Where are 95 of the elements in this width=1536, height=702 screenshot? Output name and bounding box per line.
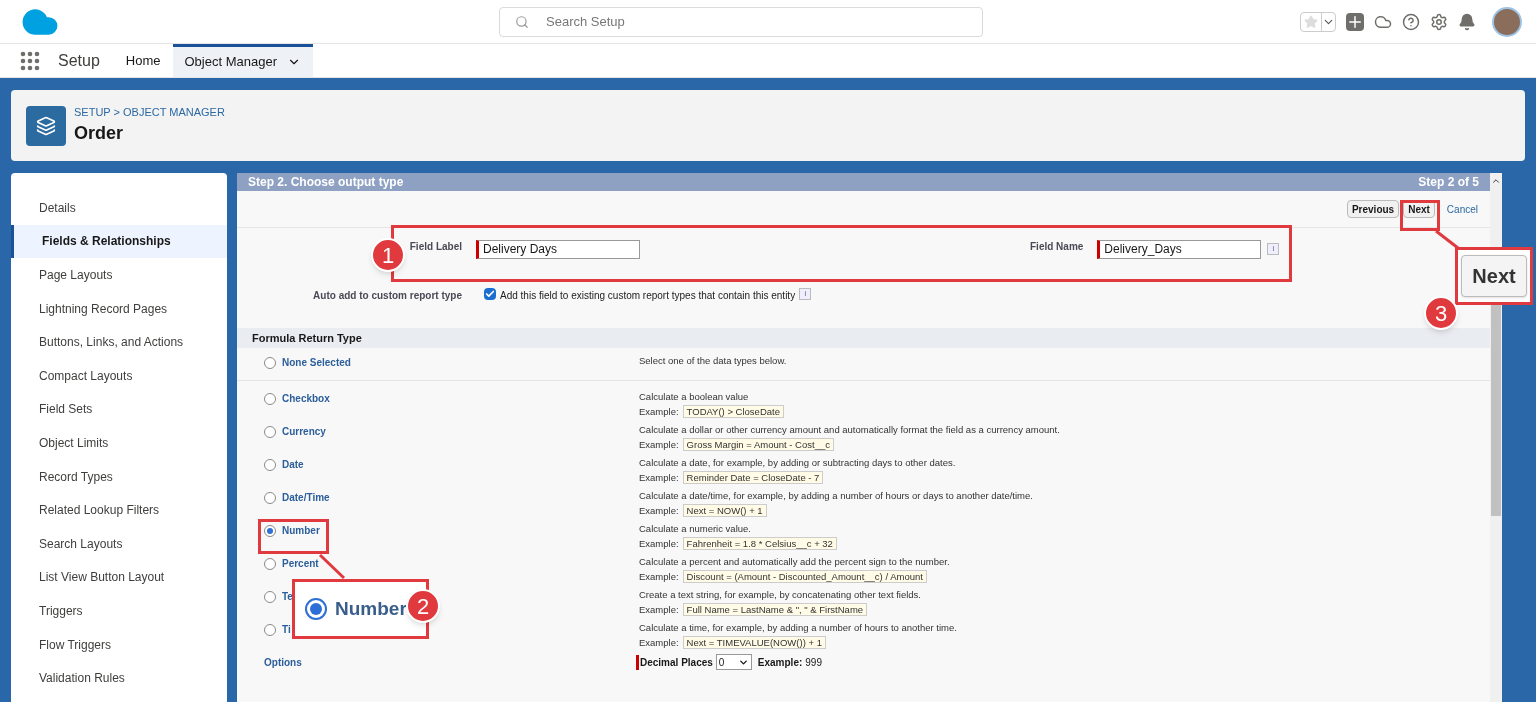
search-field[interactable]: Search Setup xyxy=(499,6,983,37)
example-code: Gross Margin = Amount - Cost__c xyxy=(682,438,834,451)
radio-button[interactable] xyxy=(264,458,276,471)
example-value: 999 xyxy=(805,655,822,670)
type-description: Calculate a percent and automatically add the percent sign to the number. xyxy=(639,556,950,568)
type-description: Create a text string, for example, by concatenating other text fields. xyxy=(639,589,921,601)
sidebar-item[interactable]: Page Layouts xyxy=(11,258,227,292)
sidebar-item[interactable]: Buttons, Links, and Actions xyxy=(11,325,227,359)
avatar[interactable] xyxy=(1492,6,1522,37)
type-description: Calculate a boolean value xyxy=(639,391,750,403)
sidebar-item[interactable]: Search Layouts xyxy=(11,526,227,561)
previous-button[interactable]: Previous xyxy=(1346,200,1400,218)
field-name-label: Field Name xyxy=(1030,240,1084,254)
example-code: Discount = (Amount - Discounted_Amount__c) / Amount xyxy=(682,570,927,583)
type-label[interactable]: Date xyxy=(282,457,304,472)
nav-tab[interactable]: Object Manager xyxy=(172,44,313,77)
example-label: Example: xyxy=(639,570,679,583)
auto-add-text: Add this field to existing custom report types that contain this entity xyxy=(500,289,796,303)
sidebar-item[interactable]: Field Sets xyxy=(11,392,227,427)
sidebar-item[interactable]: Related Lookup Filters xyxy=(11,493,227,527)
checkbox[interactable] xyxy=(484,288,496,300)
cancel-link[interactable]: Cancel xyxy=(1446,201,1478,217)
example-label: Example: xyxy=(639,636,679,649)
sidebar-item[interactable]: Fields & Relationships xyxy=(11,224,227,259)
radio-button[interactable] xyxy=(264,356,276,369)
type-description: Calculate a dollar or other currency amount and automatically format the field as a currency amount. xyxy=(639,424,1060,436)
scroll-up-icon[interactable] xyxy=(1491,176,1501,186)
radio-button[interactable] xyxy=(264,623,276,636)
type-label[interactable]: Date/Time xyxy=(282,490,330,505)
field-label-input[interactable]: Delivery Days xyxy=(476,239,640,259)
highlight-frame xyxy=(258,519,329,554)
dropdown-caret-icon[interactable] xyxy=(1321,12,1335,31)
type-label[interactable]: Number xyxy=(282,523,320,538)
sidebar-item[interactable]: Flow Triggers xyxy=(11,627,227,662)
example-label: Example: xyxy=(639,471,679,484)
search-icon xyxy=(515,14,529,29)
radio-button-icon xyxy=(305,598,327,620)
type-description: Calculate a date/time, for example, by adding a number of hours or days to another date/time. xyxy=(639,490,1033,502)
field-label-label: Field Label xyxy=(408,240,462,254)
section-header: Formula Return Type xyxy=(237,328,1490,348)
step-header: Step 2. Choose output type Step 2 of 5 xyxy=(237,173,1490,191)
example-code: Reminder Date = CloseDate - 7 xyxy=(682,471,824,484)
radio-button[interactable] xyxy=(264,491,276,504)
type-label[interactable]: Checkbox xyxy=(282,391,330,406)
type-label[interactable]: Te xyxy=(282,589,293,604)
example-label: Example: xyxy=(639,405,679,418)
example-label: Example: xyxy=(639,438,679,451)
app-launcher-icon[interactable] xyxy=(20,50,40,71)
breadcrumb[interactable]: SETUP > OBJECT MANAGER xyxy=(74,103,225,121)
example-code: Fahrenheit = 1.8 * Celsius__c + 32 xyxy=(682,537,837,550)
radio-button[interactable] xyxy=(264,590,276,603)
sidebar-item[interactable]: Lightning Record Pages xyxy=(11,291,227,326)
decimal-places-select[interactable]: 0 xyxy=(715,654,752,670)
type-label[interactable]: Percent xyxy=(282,556,319,571)
object-icon xyxy=(26,105,66,146)
type-description: Calculate a date, for example, by adding or subtracting days to other dates. xyxy=(639,457,956,469)
sidebar-item[interactable]: Triggers xyxy=(11,594,227,628)
type-description: Select one of the data types below. xyxy=(639,355,787,367)
page-title: Order xyxy=(74,122,125,146)
radio-button[interactable] xyxy=(264,524,276,537)
radio-button[interactable] xyxy=(264,392,276,405)
sidebar-item[interactable]: Compact Layouts xyxy=(11,358,227,393)
app-name: Setup xyxy=(58,50,100,71)
sidebar-item[interactable]: Validation Rules xyxy=(11,661,227,695)
auto-add-label: Auto add to custom report type xyxy=(312,289,462,303)
settings-icon[interactable] xyxy=(1430,12,1448,31)
help-icon[interactable] xyxy=(1402,12,1420,31)
sidebar-item[interactable]: Object Limits xyxy=(11,426,227,460)
example-label: Example: xyxy=(639,504,679,517)
field-name-input[interactable]: Delivery_Days xyxy=(1097,239,1262,259)
add-icon[interactable] xyxy=(1346,12,1364,31)
callout-text: Number xyxy=(335,596,407,621)
sidebar-item[interactable]: Details xyxy=(11,191,227,225)
sidebar-item[interactable]: Record Types xyxy=(11,459,227,494)
example-code: Next = TIMEVALUE(NOW()) + 1 xyxy=(682,636,826,649)
example-label: Example: xyxy=(757,655,803,670)
radio-button[interactable] xyxy=(264,425,276,438)
options-label: Options xyxy=(263,655,303,670)
example-code: Full Name = LastName & ", " & FirstName xyxy=(682,603,868,616)
sidebar-item[interactable]: List View Button Layout xyxy=(11,560,227,595)
type-label[interactable]: None Selected xyxy=(282,355,351,370)
notifications-icon[interactable] xyxy=(1458,12,1476,31)
example-code: Next = NOW() + 1 xyxy=(682,504,767,517)
radio-button[interactable] xyxy=(264,557,276,570)
type-label[interactable]: Currency xyxy=(282,424,326,439)
type-description: Calculate a numeric value. xyxy=(639,523,752,535)
example-label: Example: xyxy=(639,537,679,550)
example-code: TODAY() > CloseDate xyxy=(682,405,784,418)
example-label: Example: xyxy=(639,603,679,616)
type-label[interactable]: Ti xyxy=(282,622,291,637)
decimal-places-label: Decimal Places xyxy=(636,654,713,670)
type-description: Calculate a time, for example, by adding a number of hours to another time. xyxy=(639,622,957,634)
star-icon[interactable] xyxy=(1303,14,1319,29)
nav-tab[interactable]: Home xyxy=(113,44,173,77)
highlight-frame xyxy=(1400,200,1440,231)
